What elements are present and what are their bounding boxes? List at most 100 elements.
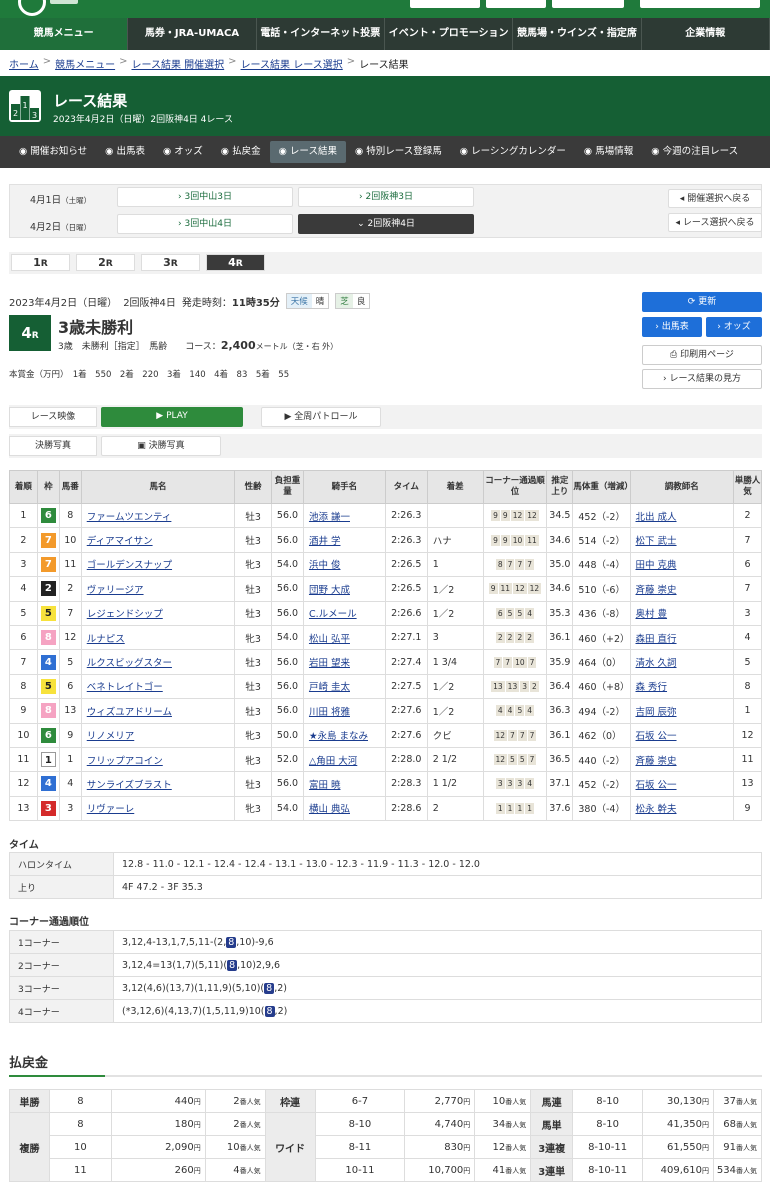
shutuba-button[interactable]: › 出馬表 [642,317,702,337]
gnav-baken[interactable]: 馬券・JRA-UMACA [128,18,257,50]
trainer-link[interactable]: 松永 幹夫 [636,804,677,815]
jockey-link[interactable]: 池添 謙一 [309,512,350,523]
back-kaisai-button[interactable]: ◂ 開催選択へ戻る [668,189,762,208]
top-button-1[interactable] [410,0,480,8]
gnav-vote[interactable]: 電話・インターネット投票 [257,18,385,50]
trainer-link[interactable]: 森 秀行 [636,682,668,693]
jockey-link[interactable]: 松山 弘平 [309,634,350,645]
jockey-link[interactable]: 川田 将雅 [309,707,350,718]
horse-link[interactable]: フリップアコイン [87,756,163,767]
subnav-info[interactable]: ◉ 開催お知らせ [10,141,96,163]
jockey-link[interactable]: 浜中 俊 [309,560,341,571]
gnav-course[interactable]: 競馬場・ウインズ・指定席 [513,18,642,50]
bodyweight-cell: 440（-2） [572,746,631,773]
jockey-link[interactable]: ★永島 まなみ [309,731,368,742]
trainer-link[interactable]: 吉岡 辰弥 [636,707,677,718]
trainer-link[interactable]: 奥村 豊 [636,609,668,620]
horse-cell: リノメリア [80,722,236,748]
patrol-button[interactable]: ▶ 全周パトロール [261,407,381,427]
trainer-link[interactable]: 森田 直行 [636,634,677,645]
race-tab-3[interactable]: 3R [141,254,200,271]
jockey-link[interactable]: 横山 典弘 [309,804,350,815]
race-tab-4[interactable]: 4R [206,254,265,271]
kaisai-button[interactable]: › 2回阪神3日 [298,187,474,207]
subnav-calendar[interactable]: ◉ レーシングカレンダー [451,141,575,163]
kaisai-button-selected[interactable]: ⌄ 2回阪神4日 [298,214,474,234]
jockey-link[interactable]: C.ルメール [309,609,357,620]
horse-link[interactable]: ファームツエンティ [87,512,172,523]
bodyweight-cell: 514（-2） [572,527,631,553]
trainer-link[interactable]: 北出 成人 [636,512,677,523]
payout-combo: 10-11 [314,1158,406,1182]
race-tab-2[interactable]: 2R [76,254,135,271]
crumb-home[interactable]: ホーム [9,56,39,71]
back-race-button[interactable]: ◂ レース選択へ戻る [668,213,762,232]
subnav-feature[interactable]: ◉ 今週の注目レース [642,141,747,163]
race-tab-1[interactable]: 1R [11,254,70,271]
top-search[interactable] [640,0,760,8]
trainer-link[interactable]: 田中 克典 [636,560,677,571]
jockey-cell: 岩田 望来 [302,649,386,675]
horse-link[interactable]: ヴァリージア [87,585,144,596]
trainer-link[interactable]: 清水 久詞 [636,658,677,669]
rank-cell: 6 [9,624,38,651]
gnav-keiba-menu[interactable]: 競馬メニュー [0,18,129,50]
subnav-result[interactable]: ◉ レース結果 [269,141,346,163]
horse-link[interactable]: ウィズユアドリーム [87,707,172,718]
jra-logo[interactable] [18,0,46,16]
trainer-link[interactable]: 石坂 公一 [636,731,677,742]
photo-button[interactable]: ▣ 決勝写真 [101,436,221,456]
jockey-link[interactable]: 岩田 望来 [309,658,350,669]
time-cell: 2:27.5 [384,673,428,700]
trainer-link[interactable]: 松下 武士 [636,536,677,547]
kaisai-button[interactable]: › 3回中山4日 [117,214,293,234]
gnav-event[interactable]: イベント・プロモーション [385,18,514,50]
rank-cell: 11 [9,746,38,773]
trainer-link[interactable]: 斉藤 崇史 [636,756,677,767]
horse-link[interactable]: ルクスビッグスター [87,658,172,669]
horse-link[interactable]: ベネトレイトゴー [87,682,163,693]
waku-badge: 6 [40,508,56,524]
corner-pos: 9 [488,583,498,595]
corner-pos: 1 [525,802,535,814]
gnav-company[interactable]: 企業情報 [642,18,770,50]
crumb-race-select[interactable]: レース結果 レース選択 [241,56,343,71]
top-button-3[interactable] [552,0,624,8]
corner-pos: 3 [495,778,505,790]
bodyweight-cell: 510（-6） [572,576,631,602]
horse-cell: ウィズユアドリーム [80,698,236,724]
kaisai-button[interactable]: › 3回中山3日 [117,187,293,207]
subnav-shutuba[interactable]: ◉ 出馬表 [96,141,154,163]
horse-link[interactable]: リヴァーレ [87,804,135,815]
horse-link[interactable]: ゴールデンスナップ [87,560,172,571]
horse-link[interactable]: サンライズブラスト [87,780,172,791]
jockey-cell: ★永島 まなみ [302,722,386,748]
subnav-baba[interactable]: ◉ 馬場情報 [575,141,642,163]
update-button[interactable]: ⟳ 更新 [642,292,762,312]
table-row: 5 5 7 レジェンドシップ 牡3 56.0 C.ルメール 2:26.6 1／2 6 5 5 4 35.3… [9,600,762,626]
subnav-payout[interactable]: ◉ 払戻金 [212,141,270,163]
trainer-link[interactable]: 石坂 公一 [636,780,677,791]
jockey-link[interactable]: 戸崎 圭太 [309,682,350,693]
payout-amount: 180円 [110,1112,206,1136]
jockey-link[interactable]: 富田 暁 [309,780,341,791]
horse-link[interactable]: ディアマイサン [87,536,153,547]
horse-link[interactable]: レジェンドシップ [87,609,163,620]
odds-button[interactable]: › オッズ [706,317,762,337]
jockey-link[interactable]: 酒井 学 [309,536,341,547]
payout-pop: 12番人気 [474,1135,532,1159]
jockey-link[interactable]: △角田 大河 [309,756,357,767]
subnav-odds[interactable]: ◉ オッズ [154,141,212,163]
print-button[interactable]: ⎙ 印刷用ページ [642,345,762,365]
subnav-special[interactable]: ◉ 特別レース登録馬 [346,141,451,163]
horse-link[interactable]: リノメリア [87,731,135,742]
horse-link[interactable]: ルナピス [87,634,125,645]
trainer-link[interactable]: 斉藤 崇史 [636,585,677,596]
payout-label: 枠連 [264,1089,316,1113]
howto-button[interactable]: › レース結果の見方 [642,369,762,389]
jockey-link[interactable]: 団野 大成 [309,585,350,596]
top-button-2[interactable] [486,0,546,8]
crumb-kaisai[interactable]: レース結果 開催選択 [131,56,224,71]
play-button[interactable]: ▶ PLAY [101,407,243,427]
crumb-keiba-menu[interactable]: 競馬メニュー [55,56,115,71]
